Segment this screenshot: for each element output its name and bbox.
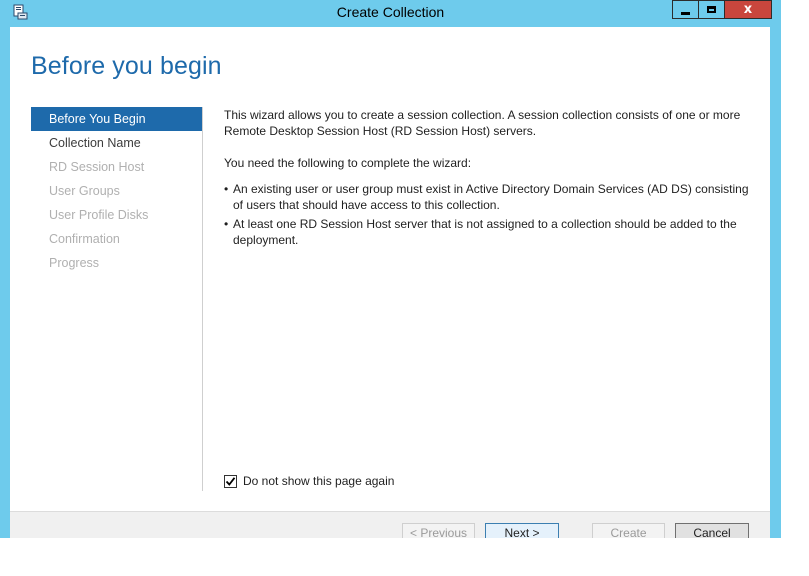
wizard-window: Create Collection x Before you begin Bef…	[0, 0, 781, 543]
dont-show-checkbox[interactable]	[224, 474, 237, 488]
wizard-client-area: Before you begin Before You Begin Collec…	[10, 27, 770, 543]
nav-item-user-groups: User Groups	[49, 184, 120, 198]
nav-item-confirmation: Confirmation	[49, 232, 120, 246]
intro-text: This wizard allows you to create a sessi…	[224, 108, 741, 138]
list-item: • At least one RD Session Host server tha…	[224, 217, 737, 247]
requirements-list: • An existing user or user group must exi…	[224, 181, 759, 248]
title-bar[interactable]: Create Collection x	[0, 0, 781, 26]
window-title: Create Collection	[336, 4, 445, 20]
maximize-button[interactable]	[698, 0, 725, 19]
nav-item-user-profile-disks: User Profile Disks	[49, 208, 149, 222]
minimize-button[interactable]	[672, 0, 699, 19]
close-icon: x	[743, 2, 753, 17]
dont-show-option[interactable]: Do not show this page again	[224, 474, 394, 488]
nav-item-before-you-begin[interactable]: Before You Begin	[31, 107, 202, 131]
screen-background	[0, 538, 809, 576]
nav-item-rd-session-host: RD Session Host	[49, 160, 145, 174]
maximize-icon	[707, 6, 716, 13]
content-panel: This wizard allows you to create a sessi…	[224, 107, 759, 251]
close-button[interactable]: x	[724, 0, 772, 19]
wizard-nav: Before You Begin Collection Name RD Sess…	[31, 107, 202, 275]
dont-show-label: Do not show this page again	[243, 474, 395, 488]
page-title: Before you begin	[31, 52, 222, 80]
nav-divider	[202, 107, 203, 491]
requirement-text: An existing user or user group must exis…	[233, 182, 749, 212]
checkmark-icon	[225, 476, 236, 486]
list-item: • An existing user or user group must exi…	[224, 182, 749, 212]
requirements-heading: You need the following to complete the w…	[224, 156, 472, 170]
minimize-icon	[681, 11, 690, 15]
nav-item-collection-name[interactable]: Collection Name	[31, 131, 202, 155]
nav-item-progress: Progress	[49, 256, 100, 270]
requirement-text: At least one RD Session Host server that…	[233, 217, 737, 247]
button-bar: < Previous Next > Create Cancel	[10, 511, 770, 543]
